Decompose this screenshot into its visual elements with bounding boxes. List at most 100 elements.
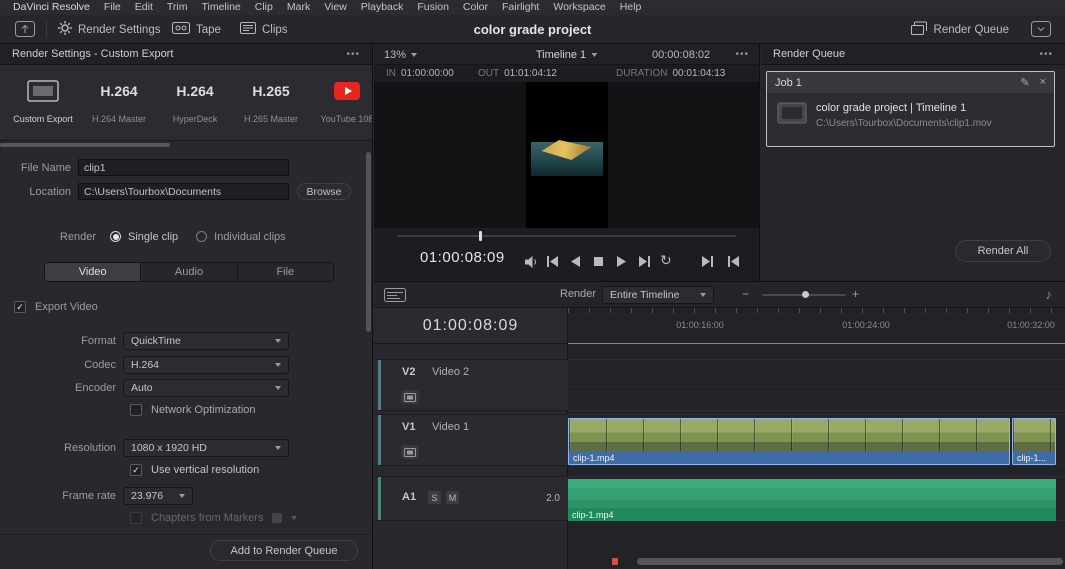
preset-h265-master[interactable]: H.265 H.265 Master: [236, 75, 306, 140]
audio-mute-icon[interactable]: [524, 255, 539, 268]
single-clip-radio[interactable]: [110, 231, 121, 242]
delete-job-icon[interactable]: ×: [1040, 76, 1046, 89]
viewer-zoom-value: 13%: [384, 48, 407, 61]
viewer-timeline-dropdown[interactable]: Timeline 1: [536, 44, 598, 65]
preset-h264-master[interactable]: H.264 H.264 Master: [84, 75, 154, 140]
loop-icon[interactable]: ↻: [660, 252, 672, 269]
clips-button[interactable]: Clips: [240, 15, 288, 44]
chapters-from-markers-checkbox[interactable]: [130, 512, 142, 524]
render-queue-more-options[interactable]: •••: [1039, 49, 1053, 60]
audio-waveform: [568, 479, 1056, 508]
render-all-button[interactable]: Render All: [955, 240, 1051, 262]
file-name-input[interactable]: [78, 159, 289, 176]
tab-file[interactable]: File: [238, 263, 333, 281]
menu-item-fairlight[interactable]: Fairlight: [495, 0, 546, 15]
render-settings-button[interactable]: Render Settings: [58, 15, 160, 44]
format-dropdown[interactable]: QuickTime: [123, 331, 289, 350]
ruler-tick-label: 01:00:24:00: [842, 320, 890, 330]
timeline-audio-clip[interactable]: clip-1.mp4: [568, 479, 1056, 521]
chevron-down-icon: [591, 52, 598, 57]
add-to-render-queue-button[interactable]: Add to Render Queue: [210, 540, 358, 561]
menu-item-timeline[interactable]: Timeline: [194, 0, 247, 15]
clips-label: Clips: [262, 23, 288, 36]
track-header-v2[interactable]: V2 Video 2: [374, 359, 568, 411]
viewer-zoom-dropdown[interactable]: 13%: [384, 44, 418, 65]
location-input[interactable]: [78, 183, 289, 200]
track-enable-button[interactable]: [401, 445, 419, 459]
panel-toggle-icon[interactable]: [1031, 21, 1051, 40]
tab-video[interactable]: Video: [45, 263, 142, 281]
browse-button[interactable]: Browse: [297, 183, 351, 200]
clip-thumbnails: [1013, 419, 1055, 451]
codec-dropdown[interactable]: H.264: [123, 355, 289, 374]
menu-item-view[interactable]: View: [317, 0, 354, 15]
render-job-card[interactable]: Job 1 ✎ × color grade project | Timeline…: [766, 71, 1055, 147]
zoom-out-icon[interactable]: −: [742, 287, 749, 301]
render-settings-more-options[interactable]: •••: [346, 49, 360, 60]
preset-title: H.264: [100, 83, 138, 99]
video-frame-content: [526, 82, 608, 228]
network-optimization-checkbox[interactable]: [130, 404, 142, 416]
timeline-video-clip[interactable]: clip-1.mp4: [568, 418, 1010, 465]
jump-to-first-frame-icon[interactable]: [545, 256, 560, 267]
viewer-more-options[interactable]: •••: [735, 44, 749, 65]
preset-strip-scrollbar[interactable]: [0, 143, 170, 147]
tab-audio[interactable]: Audio: [141, 263, 238, 281]
timeline-video-clip-2[interactable]: clip-1...: [1012, 418, 1056, 465]
menu-item-app[interactable]: DaVinci Resolve: [6, 0, 97, 15]
use-vertical-resolution-checkbox[interactable]: ✓: [130, 464, 142, 476]
menu-item-mark[interactable]: Mark: [280, 0, 317, 15]
menu-item-help[interactable]: Help: [613, 0, 649, 15]
timeline-ruler[interactable]: 01:00:16:00 01:00:24:00 01:00:32:00: [568, 308, 1065, 344]
preset-custom-export[interactable]: Custom Export: [8, 75, 78, 140]
stop-icon[interactable]: [591, 256, 606, 267]
timeline-current-timecode: 01:00:08:09: [374, 308, 568, 344]
frame-rate-value: 23.976: [131, 489, 164, 502]
clip-label: clip-1.mp4: [569, 451, 1009, 464]
menu-item-file[interactable]: File: [97, 0, 128, 15]
mute-button[interactable]: M: [446, 491, 459, 504]
track-enable-button[interactable]: [401, 390, 419, 404]
menu-item-workspace[interactable]: Workspace: [546, 0, 612, 15]
export-panel-icon[interactable]: [15, 21, 35, 40]
main-toolbar: Render Settings Tape Clips color grade p…: [0, 15, 1065, 44]
render-settings-scrollbar[interactable]: [366, 152, 371, 332]
audio-monitor-icon[interactable]: ♪: [1046, 287, 1053, 302]
menu-item-edit[interactable]: Edit: [128, 0, 160, 15]
menu-item-color[interactable]: Color: [456, 0, 495, 15]
menu-item-fusion[interactable]: Fusion: [410, 0, 456, 15]
track-lane-a1[interactable]: clip-1.mp4: [568, 476, 1065, 521]
resolution-dropdown[interactable]: 1080 x 1920 HD: [123, 438, 289, 457]
export-video-checkbox[interactable]: ✓: [14, 301, 26, 313]
play-icon[interactable]: [614, 256, 629, 267]
preset-youtube[interactable]: YouTube 108: [312, 75, 372, 140]
viewer-scrub-handle[interactable]: [479, 231, 482, 241]
track-header-v1[interactable]: V1 Video 1: [374, 414, 568, 466]
previous-clip-icon[interactable]: [726, 256, 741, 267]
tape-button[interactable]: Tape: [172, 15, 221, 44]
next-clip-icon[interactable]: [700, 256, 715, 267]
timeline-view-options-icon[interactable]: [384, 288, 406, 305]
encoder-dropdown[interactable]: Auto: [123, 378, 289, 397]
menu-item-trim[interactable]: Trim: [160, 0, 195, 15]
edit-job-icon[interactable]: ✎: [1020, 76, 1029, 89]
jump-to-last-frame-icon[interactable]: [637, 256, 652, 267]
preset-hyperdeck[interactable]: H.264 HyperDeck: [160, 75, 230, 140]
frame-rate-dropdown[interactable]: 23.976: [123, 486, 193, 505]
menu-item-clip[interactable]: Clip: [248, 0, 280, 15]
solo-button[interactable]: S: [428, 491, 441, 504]
play-reverse-icon[interactable]: [568, 256, 583, 267]
viewer-scrub-bar[interactable]: [397, 235, 736, 237]
track-lane-v2[interactable]: [568, 359, 1065, 411]
zoom-in-icon[interactable]: +: [852, 287, 859, 301]
render-queue-toggle-button[interactable]: Render Queue: [910, 15, 1009, 44]
location-label: Location: [29, 185, 71, 198]
timeline-horizontal-scrollbar[interactable]: [637, 558, 1063, 565]
render-mode-dropdown[interactable]: Entire Timeline: [602, 286, 714, 304]
track-header-a1[interactable]: A1 S M 2.0: [374, 476, 568, 521]
menu-item-playback[interactable]: Playback: [354, 0, 411, 15]
individual-clips-radio[interactable]: [196, 231, 208, 242]
timeline-zoom-slider-handle[interactable]: [802, 291, 809, 298]
track-lane-v1[interactable]: clip-1.mp4 clip-1...: [568, 414, 1065, 466]
playhead-position-indicator[interactable]: [612, 558, 618, 565]
